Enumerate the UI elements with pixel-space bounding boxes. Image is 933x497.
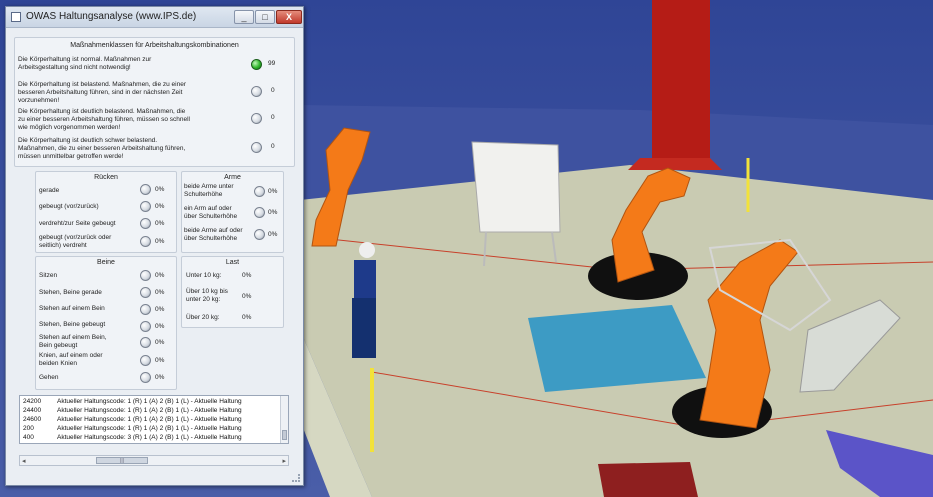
- beine-indicator: [140, 304, 151, 315]
- ruecken-item-label: verdreht/zur Seite gebeugt: [39, 220, 116, 227]
- list-item[interactable]: 400 Aktueller Haltungscode: 3 (R) 1 (A) 2…: [23, 434, 242, 441]
- beine-indicator: [140, 337, 151, 348]
- beine-pct: 0%: [155, 374, 165, 381]
- arme-indicator: [254, 207, 265, 218]
- beine-pct: 0%: [155, 272, 165, 279]
- ruecken-item-label: gebeugt (vor/zurück oder seitlich) verdre…: [39, 234, 112, 249]
- beine-indicator: [140, 270, 151, 281]
- beine-pct: 0%: [155, 289, 165, 296]
- massnahme-4-indicator: [251, 142, 262, 153]
- list-item[interactable]: 24200 Aktueller Haltungscode: 1 (R) 1 (A)…: [23, 398, 242, 405]
- title-bar[interactable]: OWAS Haltungsanalyse (www.IPS.de) _ □ X: [6, 7, 303, 28]
- beine-group: Beine Sitzen 0% Stehen, Beine gerade 0% …: [35, 256, 177, 390]
- last-pct: 0%: [242, 314, 252, 321]
- last-pct: 0%: [242, 272, 252, 279]
- massnahmen-group: Maßnahmenklassen für Arbeitshaltungskomb…: [14, 37, 295, 167]
- arme-group: Arme beide Arme unter Schulterhöhe 0% ein…: [181, 171, 284, 253]
- massnahmen-title: Maßnahmenklassen für Arbeitshaltungskomb…: [70, 42, 239, 49]
- ruecken-indicator: [140, 236, 151, 247]
- worker-legs: [352, 298, 376, 358]
- ruecken-group: Rücken gerade 0% gebeugt (vor/zurück) 0%…: [35, 171, 177, 253]
- vertical-scrollbar[interactable]: [280, 396, 288, 443]
- owas-window: OWAS Haltungsanalyse (www.IPS.de) _ □ X …: [5, 6, 304, 486]
- maximize-button[interactable]: □: [255, 10, 275, 24]
- massnahme-1-indicator: [251, 59, 262, 70]
- arme-indicator: [254, 229, 265, 240]
- beine-item-label: Knien, auf einem oder beiden Knien: [39, 352, 103, 367]
- beine-item-label: Gehen: [39, 374, 59, 381]
- arme-item-label: ein Arm auf oder über Schulterhöhe: [184, 205, 238, 220]
- last-pct: 0%: [242, 293, 252, 300]
- red-pillar: [652, 0, 710, 158]
- worker-body: [354, 260, 376, 298]
- list-item[interactable]: 24400 Aktueller Haltungscode: 1 (R) 1 (A)…: [23, 407, 242, 414]
- worker-head: [359, 242, 375, 258]
- minimize-button[interactable]: _: [234, 10, 254, 24]
- massnahme-4-text: Die Körperhaltung ist deutlich schwer be…: [18, 137, 186, 160]
- log-list[interactable]: 24200 Aktueller Haltungscode: 1 (R) 1 (A)…: [19, 395, 289, 444]
- window-title: OWAS Haltungsanalyse (www.IPS.de): [26, 11, 197, 22]
- beine-indicator: [140, 355, 151, 366]
- ruecken-item-label: gebeugt (vor/zurück): [39, 203, 99, 210]
- last-item-label: Über 10 kg bis unter 20 kg:: [186, 288, 228, 303]
- list-item[interactable]: 200 Aktueller Haltungscode: 1 (R) 1 (A) 2…: [23, 425, 242, 432]
- beine-item-label: Sitzen: [39, 272, 58, 279]
- massnahme-1-value: 99: [268, 60, 276, 67]
- beine-indicator: [140, 287, 151, 298]
- beine-pct: 0%: [155, 339, 165, 346]
- ruecken-item-label: gerade: [39, 187, 60, 194]
- beine-indicator: [140, 372, 151, 383]
- last-item-label: Unter 10 kg:: [186, 272, 222, 279]
- beine-item-label: Stehen auf einem Bein, Bein gebeugt: [39, 334, 107, 349]
- ruecken-pct: 0%: [155, 220, 165, 227]
- list-item[interactable]: 24600 Aktueller Haltungscode: 1 (R) 1 (A)…: [23, 416, 242, 423]
- whiteboard: [471, 141, 561, 233]
- beine-item-label: Stehen, Beine gerade: [39, 289, 102, 296]
- massnahme-2-text: Die Körperhaltung ist belastend. Maßnahm…: [18, 81, 187, 104]
- arme-item-label: beide Arme auf oder über Schulterhöhe: [184, 227, 243, 242]
- beine-pct: 0%: [155, 357, 165, 364]
- ruecken-pct: 0%: [155, 203, 165, 210]
- scroll-right-icon[interactable]: ▸: [282, 457, 286, 465]
- ruecken-pct: 0%: [155, 238, 165, 245]
- beine-item-label: Stehen auf einem Bein: [39, 305, 105, 312]
- massnahme-2-indicator: [251, 86, 262, 97]
- red-pillar-base: [628, 158, 722, 170]
- massnahme-3-text: Die Körperhaltung ist deutlich belastend…: [18, 108, 190, 131]
- arme-indicator: [254, 186, 265, 197]
- app-icon: [11, 12, 21, 22]
- resize-grip-icon[interactable]: [292, 474, 300, 482]
- arme-pct: 0%: [268, 188, 278, 195]
- ruecken-pct: 0%: [155, 186, 165, 193]
- last-title: Last: [225, 259, 240, 266]
- beine-title: Beine: [97, 259, 115, 266]
- scroll-thumb[interactable]: [282, 430, 287, 440]
- ruecken-indicator: [140, 201, 151, 212]
- ruecken-indicator: [140, 218, 151, 229]
- arme-pct: 0%: [268, 231, 278, 238]
- arme-item-label: beide Arme unter Schulterhöhe: [184, 183, 234, 198]
- scroll-thumb[interactable]: |||: [96, 457, 148, 464]
- beine-indicator: [140, 321, 151, 332]
- horizontal-scrollbar[interactable]: ◂ ||| ▸: [19, 455, 289, 466]
- massnahme-4-value: 0: [271, 143, 275, 150]
- massnahme-2-value: 0: [271, 87, 275, 94]
- last-item-label: Über 20 kg:: [186, 314, 220, 321]
- beine-item-label: Stehen, Beine gebeugt: [39, 321, 106, 328]
- massnahme-3-indicator: [251, 113, 262, 124]
- ruecken-title: Rücken: [94, 174, 118, 181]
- massnahme-3-value: 0: [271, 114, 275, 121]
- red-pallet: [598, 462, 698, 497]
- last-group: Last Unter 10 kg: 0% Über 10 kg bis unter…: [181, 256, 284, 328]
- massnahme-1-text: Die Körperhaltung ist normal. Maßnahmen …: [18, 56, 152, 71]
- close-button[interactable]: X: [276, 10, 302, 24]
- arme-title: Arme: [224, 174, 241, 181]
- beine-pct: 0%: [155, 323, 165, 330]
- beine-pct: 0%: [155, 306, 165, 313]
- scroll-left-icon[interactable]: ◂: [22, 457, 26, 465]
- arme-pct: 0%: [268, 209, 278, 216]
- ruecken-indicator: [140, 184, 151, 195]
